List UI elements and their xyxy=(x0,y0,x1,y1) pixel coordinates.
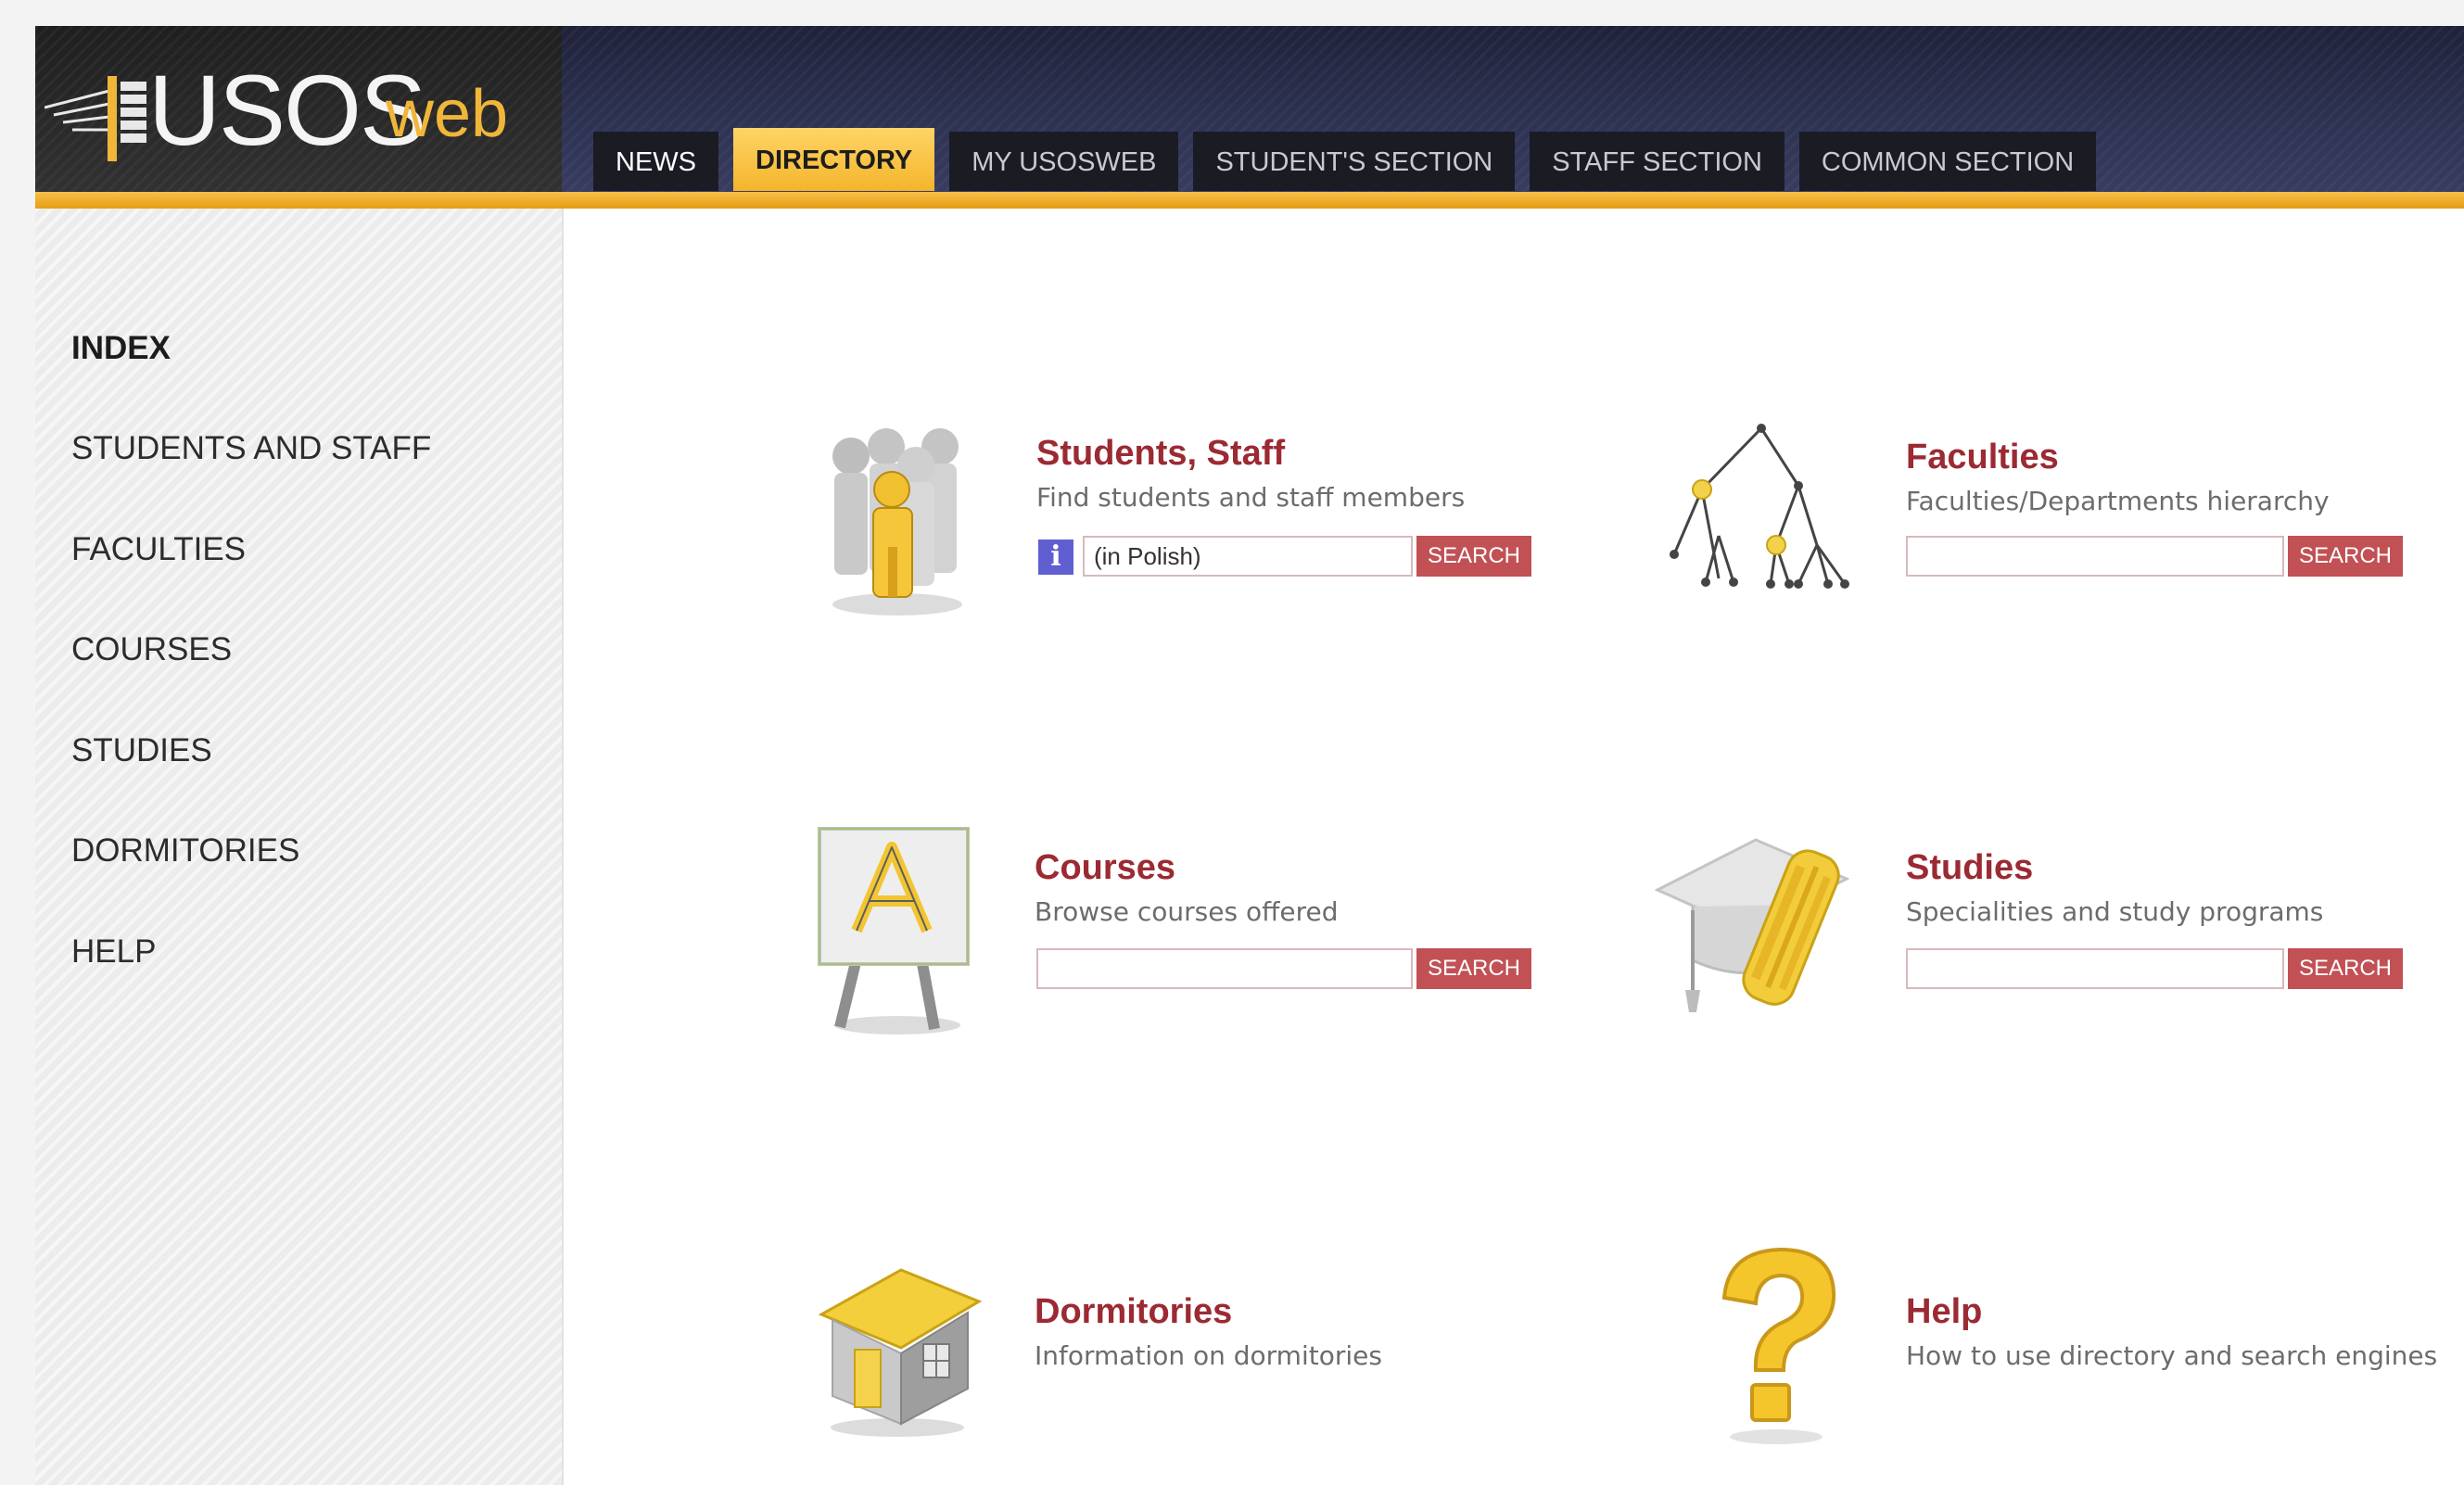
tab-common-section[interactable]: COMMON SECTION xyxy=(1798,132,2097,191)
logo[interactable]: USOS web xyxy=(35,26,562,209)
courses-subtitle: Browse courses offered xyxy=(1035,896,1339,927)
courses-search-button[interactable]: SEARCH xyxy=(1416,948,1531,989)
studies-subtitle: Specialities and study programs xyxy=(1906,896,2324,927)
courses-title[interactable]: Courses xyxy=(1035,848,1175,888)
students-staff-search-button[interactable]: SEARCH xyxy=(1416,536,1531,577)
students-staff-subtitle: Find students and staff members xyxy=(1036,482,1466,513)
tab-staff-section[interactable]: STAFF SECTION xyxy=(1530,132,1784,191)
info-icon[interactable]: i xyxy=(1038,539,1073,575)
tab-students-section[interactable]: STUDENT'S SECTION xyxy=(1193,132,1516,191)
logo-mark-icon xyxy=(44,76,146,161)
people-icon[interactable] xyxy=(812,408,979,621)
sidebar-item-courses[interactable]: COURSES xyxy=(71,631,232,668)
faculties-subtitle: Faculties/Departments hierarchy xyxy=(1906,486,2330,516)
house-icon[interactable] xyxy=(812,1259,988,1444)
dormitories-title[interactable]: Dormitories xyxy=(1035,1292,1232,1332)
header: USOS web NEWS DIRECTORY MY USOSWEB STUDE… xyxy=(35,26,2464,209)
sidebar-item-faculties[interactable]: FACULTIES xyxy=(71,531,246,568)
graduation-cap-icon[interactable] xyxy=(1652,821,1871,1025)
courses-search-input[interactable] xyxy=(1036,948,1413,989)
logo-text: USOS xyxy=(148,54,426,166)
sidebar-item-index[interactable]: INDEX xyxy=(71,330,171,367)
students-staff-title[interactable]: Students, Staff xyxy=(1036,434,1285,474)
tab-my-usosweb[interactable]: MY USOSWEB xyxy=(949,132,1179,191)
sidebar-item-help[interactable]: HELP xyxy=(71,933,156,971)
faculties-search-input[interactable] xyxy=(1906,536,2284,577)
easel-icon[interactable] xyxy=(812,819,979,1042)
question-mark-icon[interactable] xyxy=(1691,1233,1858,1455)
studies-search-input[interactable] xyxy=(1906,948,2284,989)
dormitories-subtitle: Information on dormitories xyxy=(1035,1340,1382,1371)
students-staff-search-input[interactable] xyxy=(1083,536,1413,577)
help-subtitle: How to use directory and search engines xyxy=(1906,1340,2438,1371)
tab-news[interactable]: NEWS xyxy=(593,132,718,191)
sidebar-item-studies[interactable]: STUDIES xyxy=(71,732,212,769)
main-nav: NEWS DIRECTORY MY USOSWEB STUDENT'S SECT… xyxy=(593,128,2097,191)
logo-subtext: web xyxy=(386,77,509,151)
studies-search-button[interactable]: SEARCH xyxy=(2288,948,2403,989)
studies-title[interactable]: Studies xyxy=(1906,848,2033,888)
sidebar-item-students-and-staff[interactable]: STUDENTS AND STAFF xyxy=(71,430,431,467)
faculties-title[interactable]: Faculties xyxy=(1906,438,2059,477)
header-accent-bar xyxy=(35,192,2464,209)
sidebar-item-dormitories[interactable]: DORMITORIES xyxy=(71,832,299,869)
hierarchy-tree-icon[interactable] xyxy=(1659,415,1863,601)
page-frame: USOS web NEWS DIRECTORY MY USOSWEB STUDE… xyxy=(35,26,2464,1485)
tab-directory[interactable]: DIRECTORY xyxy=(733,128,935,191)
faculties-search-button[interactable]: SEARCH xyxy=(2288,536,2403,577)
help-title[interactable]: Help xyxy=(1906,1292,1982,1332)
sidebar: INDEX STUDENTS AND STAFF FACULTIES COURS… xyxy=(35,209,564,1485)
